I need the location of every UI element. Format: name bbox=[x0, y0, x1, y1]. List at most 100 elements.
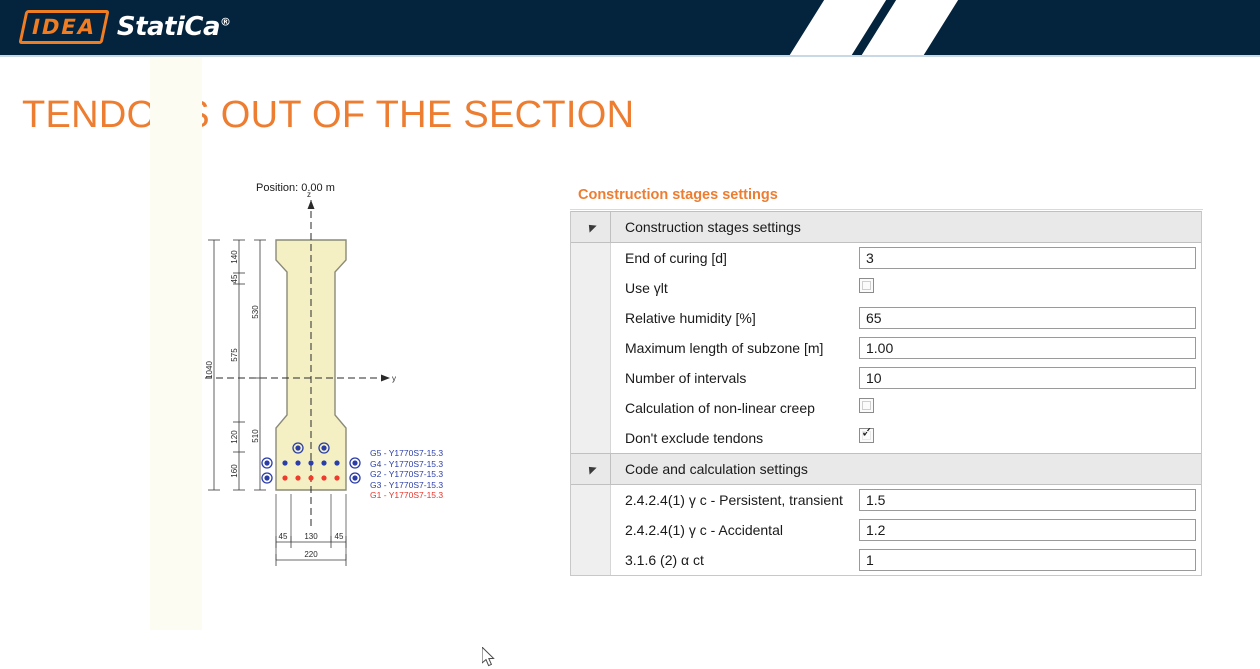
construction-stages-settings-panel: Construction stages settings Constructio… bbox=[570, 182, 1203, 588]
property-row: Maximum length of subzone [m] 1.00 bbox=[571, 333, 1201, 363]
property-label: 3.1.6 (2) α ct bbox=[625, 552, 704, 568]
property-label: Maximum length of subzone [m] bbox=[625, 340, 824, 356]
row-gutter bbox=[571, 423, 611, 453]
tendon-legend: G5 - Y1770S7-15.3 G4 - Y1770S7-15.3 G2 -… bbox=[370, 448, 443, 501]
property-value-cell bbox=[859, 278, 1201, 298]
property-group-header[interactable]: Code and calculation settings bbox=[571, 453, 1201, 485]
legend-name: G3 bbox=[370, 479, 382, 490]
property-row: Don't exclude tendons bbox=[571, 423, 1201, 453]
property-checkbox[interactable] bbox=[859, 398, 874, 413]
property-row: 2.4.2.4(1) γ c - Persistent, transient 1.… bbox=[571, 485, 1201, 515]
property-row: Relative humidity [%] 65 bbox=[571, 303, 1201, 333]
property-group-label: Construction stages settings bbox=[625, 219, 801, 235]
legend-material: Y1770S7-15.3 bbox=[388, 448, 444, 458]
app-header: IDEA StatiCa® bbox=[0, 0, 1260, 55]
property-value-cell: 1 bbox=[859, 549, 1201, 571]
legend-item: G5 - Y1770S7-15.3 bbox=[370, 448, 443, 459]
property-label: End of curing [d] bbox=[625, 250, 727, 266]
legend-material: Y1770S7-15.3 bbox=[388, 458, 444, 469]
panel-title-divider bbox=[570, 209, 1203, 210]
y-axis-label: y bbox=[392, 374, 396, 383]
triangle-glyph bbox=[584, 463, 597, 475]
row-gutter bbox=[571, 333, 611, 363]
z-axis-arrow bbox=[307, 200, 315, 209]
property-value-cell: 3 bbox=[859, 247, 1201, 269]
row-gutter bbox=[571, 303, 611, 333]
dim-label-220: 220 bbox=[304, 550, 318, 559]
dim-label-530: 530 bbox=[251, 305, 260, 319]
logo-registered-mark: ® bbox=[220, 15, 231, 29]
property-label: Number of intervals bbox=[625, 370, 747, 386]
dim-label-510: 510 bbox=[251, 429, 260, 443]
property-label: Use γlt bbox=[625, 280, 668, 296]
logo-wordmark: StatiCa® bbox=[117, 14, 231, 40]
property-row: Use γlt bbox=[571, 273, 1201, 303]
legend-name: G2 bbox=[370, 469, 382, 479]
property-value-cell: 10 bbox=[859, 367, 1201, 389]
row-gutter bbox=[571, 273, 611, 303]
panel-title: Construction stages settings bbox=[578, 187, 778, 203]
logo-word-text: StatiCa bbox=[116, 12, 221, 42]
property-text-input[interactable]: 1.5 bbox=[859, 489, 1196, 511]
mouse-cursor bbox=[482, 647, 495, 667]
property-label: 2.4.2.4(1) γ c - Accidental bbox=[625, 522, 783, 538]
legend-item: G2 - Y1770S7-15.3 bbox=[370, 469, 443, 480]
dim-label-120: 120 bbox=[230, 430, 239, 444]
dim-label-1040: 1040 bbox=[205, 361, 214, 379]
property-row: Calculation of non-linear creep bbox=[571, 393, 1201, 423]
property-row: 2.4.2.4(1) γ c - Accidental 1.2 bbox=[571, 515, 1201, 545]
property-value-cell bbox=[859, 398, 1201, 418]
legend-name: G1 bbox=[370, 490, 382, 500]
property-label: 2.4.2.4(1) γ c - Persistent, transient bbox=[625, 492, 843, 508]
legend-item: G4 - Y1770S7-15.3 bbox=[370, 459, 443, 470]
row-gutter bbox=[571, 545, 611, 575]
dim-label-160: 160 bbox=[230, 464, 239, 478]
property-row: Number of intervals 10 bbox=[571, 363, 1201, 393]
legend-material: Y1770S7-15.3 bbox=[388, 469, 444, 479]
property-text-input[interactable]: 10 bbox=[859, 367, 1196, 389]
legend-material: Y1770S7-15.3 bbox=[388, 479, 444, 490]
property-value-cell: 1.00 bbox=[859, 337, 1201, 359]
property-label: Relative humidity [%] bbox=[625, 310, 756, 326]
property-label: Calculation of non-linear creep bbox=[625, 400, 815, 416]
dim-label-140: 140 bbox=[230, 250, 239, 264]
property-text-input[interactable]: 1 bbox=[859, 549, 1196, 571]
dim-label-45v: 45 bbox=[230, 274, 239, 283]
row-gutter bbox=[571, 515, 611, 545]
property-value-cell: 1.5 bbox=[859, 489, 1201, 511]
logo-mark-text: IDEA bbox=[29, 14, 99, 39]
legend-name: G5 bbox=[370, 448, 382, 458]
row-gutter bbox=[571, 393, 611, 423]
y-axis-arrow bbox=[381, 374, 390, 382]
cross-section-svg: z y 1040 140 45 575 120 160 530 510 45 1… bbox=[205, 190, 396, 566]
page-title: TENDONS OUT OF THE SECTION bbox=[22, 94, 635, 136]
row-gutter bbox=[571, 243, 611, 273]
property-text-input[interactable]: 3 bbox=[859, 247, 1196, 269]
property-checkbox[interactable] bbox=[859, 425, 874, 443]
row-gutter bbox=[571, 363, 611, 393]
property-group-label: Code and calculation settings bbox=[625, 461, 808, 477]
dim-label-130: 130 bbox=[304, 532, 318, 541]
dim-label-575: 575 bbox=[230, 348, 239, 362]
collapse-triangle-icon[interactable] bbox=[571, 454, 611, 484]
idea-statica-logo: IDEA StatiCa® bbox=[18, 10, 231, 44]
property-text-input[interactable]: 65 bbox=[859, 307, 1196, 329]
dim-label-45-left: 45 bbox=[279, 532, 288, 541]
property-value-cell: 1.2 bbox=[859, 519, 1201, 541]
legend-item: G1 - Y1770S7-15.3 bbox=[370, 490, 443, 501]
property-row: End of curing [d] 3 bbox=[571, 243, 1201, 273]
triangle-glyph bbox=[584, 221, 597, 233]
property-text-input[interactable]: 1.2 bbox=[859, 519, 1196, 541]
property-text-input[interactable]: 1.00 bbox=[859, 337, 1196, 359]
dim-label-45-right: 45 bbox=[335, 532, 344, 541]
property-row: 3.1.6 (2) α ct 1 bbox=[571, 545, 1201, 575]
legend-name: G4 bbox=[370, 458, 382, 469]
property-value-cell bbox=[859, 425, 1201, 448]
legend-material: Y1770S7-15.3 bbox=[388, 490, 444, 500]
properties-grid: Construction stages settings End of curin… bbox=[570, 211, 1202, 576]
collapse-triangle-icon[interactable] bbox=[571, 212, 611, 242]
property-value-cell: 65 bbox=[859, 307, 1201, 329]
logo-mark: IDEA bbox=[18, 10, 110, 44]
property-group-header[interactable]: Construction stages settings bbox=[571, 211, 1201, 243]
property-checkbox[interactable] bbox=[859, 278, 874, 293]
